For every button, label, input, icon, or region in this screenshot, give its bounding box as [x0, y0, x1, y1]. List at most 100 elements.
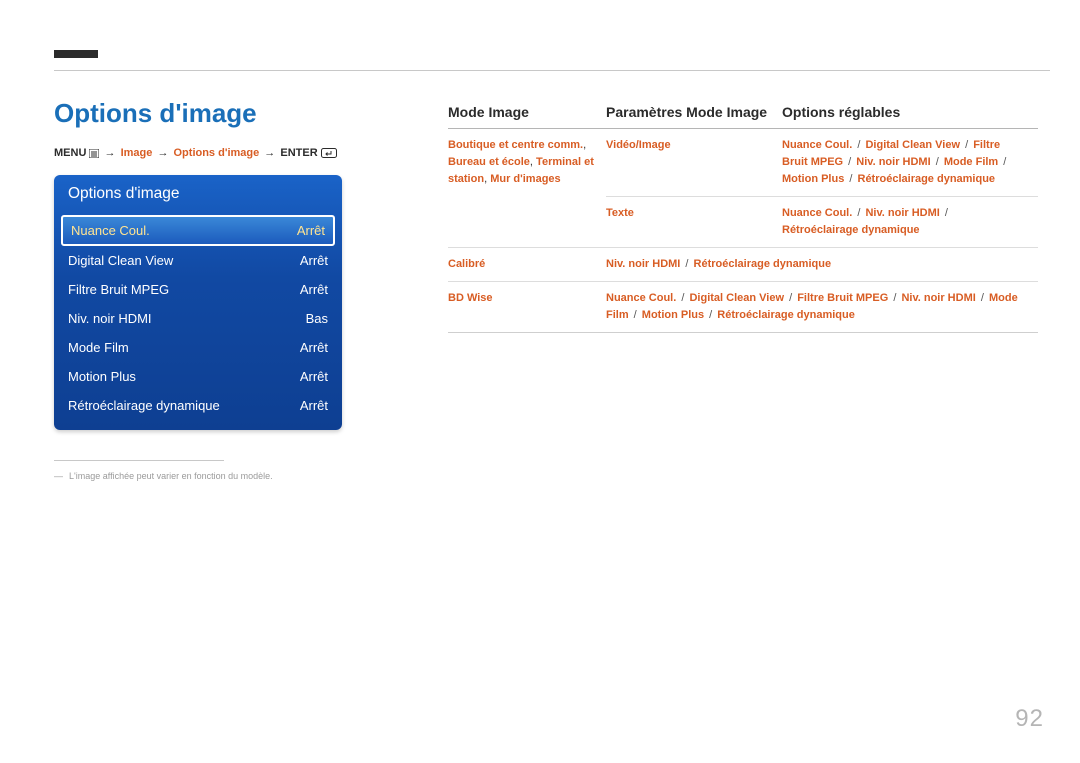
- param-value: Vidéo/Image: [606, 139, 671, 151]
- slash-separator: /: [843, 156, 856, 168]
- menu-icon: [89, 149, 99, 158]
- slash-separator: /: [784, 292, 797, 304]
- slash-separator: /: [852, 207, 865, 219]
- slash-separator: /: [680, 258, 693, 270]
- panel-row-2[interactable]: Filtre Bruit MPEG Arrêt: [54, 275, 342, 304]
- cell-mode: Calibré: [448, 248, 606, 282]
- panel-row-value: Arrêt: [300, 253, 328, 268]
- table-body: Boutique et centre comm., Bureau et écol…: [448, 129, 1038, 333]
- panel-row-4[interactable]: Mode Film Arrêt: [54, 333, 342, 362]
- option-value: Rétroéclairage dynamique: [858, 173, 996, 185]
- cell-params: Vidéo/Image: [606, 129, 782, 197]
- slash-separator: /: [976, 292, 989, 304]
- breadcrumb-enter: ENTER: [280, 147, 317, 159]
- panel-row-label: Nuance Coul.: [71, 223, 150, 238]
- panel-row-1[interactable]: Digital Clean View Arrêt: [54, 246, 342, 275]
- enter-icon: [321, 148, 337, 158]
- arrow-1: →: [103, 147, 118, 159]
- panel-row-value: Arrêt: [300, 398, 328, 413]
- slash-separator: /: [844, 173, 857, 185]
- cell-options: Nuance Coul. / Digital Clean View / Filt…: [606, 282, 1038, 333]
- panel-row-value: Arrêt: [300, 340, 328, 355]
- panel-row-label: Filtre Bruit MPEG: [68, 282, 169, 297]
- text-separator: ,: [583, 139, 586, 151]
- panel-row-5[interactable]: Motion Plus Arrêt: [54, 362, 342, 391]
- cell-options: Niv. noir HDMI / Rétroéclairage dynamiqu…: [606, 248, 1038, 282]
- cell-mode: Boutique et centre comm., Bureau et écol…: [448, 129, 606, 248]
- option-value: Rétroéclairage dynamique: [782, 224, 920, 236]
- footnote-dash: ―: [54, 471, 69, 481]
- option-value: Digital Clean View: [689, 292, 784, 304]
- option-value: Niv. noir HDMI: [901, 292, 975, 304]
- options-panel: Options d'image Nuance Coul. Arrêt Digit…: [54, 175, 342, 430]
- option-value: Niv. noir HDMI: [606, 258, 680, 270]
- panel-row-label: Niv. noir HDMI: [68, 311, 152, 326]
- footnote-text: L'image affichée peut varier en fonction…: [69, 471, 273, 481]
- param-value: Texte: [606, 207, 634, 219]
- slash-separator: /: [629, 309, 642, 321]
- mode-value: BD Wise: [448, 292, 493, 304]
- option-value: Motion Plus: [782, 173, 844, 185]
- option-value: Nuance Coul.: [782, 139, 852, 151]
- slash-separator: /: [852, 139, 865, 151]
- option-value: Niv. noir HDMI: [865, 207, 939, 219]
- slash-separator: /: [931, 156, 944, 168]
- slash-separator: /: [888, 292, 901, 304]
- option-value: Mode Film: [944, 156, 998, 168]
- panel-row-value: Bas: [306, 311, 328, 326]
- footnote: ―L'image affichée peut varier en fonctio…: [54, 471, 354, 481]
- menu-breadcrumb: MENU → Image → Options d'image → ENTER: [54, 147, 354, 159]
- option-value: Rétroéclairage dynamique: [717, 309, 855, 321]
- cell-params: Texte: [606, 197, 782, 248]
- slash-separator: /: [676, 292, 689, 304]
- mode-value: Boutique et centre comm.: [448, 139, 583, 151]
- options-table: Mode Image Paramètres Mode Image Options…: [448, 100, 1038, 333]
- slash-separator: /: [704, 309, 717, 321]
- panel-row-value: Arrêt: [297, 223, 325, 238]
- slash-separator: /: [960, 139, 973, 151]
- mode-value: Bureau et école: [448, 156, 530, 168]
- th-mode: Mode Image: [448, 100, 606, 129]
- panel-row-label: Motion Plus: [68, 369, 136, 384]
- arrow-2: →: [155, 147, 170, 159]
- table-row: Boutique et centre comm., Bureau et écol…: [448, 129, 1038, 197]
- panel-row-value: Arrêt: [300, 282, 328, 297]
- slash-separator: /: [998, 156, 1008, 168]
- table-row: BD Wise Nuance Coul. / Digital Clean View…: [448, 282, 1038, 333]
- top-rule: [54, 70, 1050, 71]
- panel-row-6[interactable]: Rétroéclairage dynamique Arrêt: [54, 391, 342, 420]
- panel-row-3[interactable]: Niv. noir HDMI Bas: [54, 304, 342, 333]
- right-column: Mode Image Paramètres Mode Image Options…: [448, 100, 1038, 333]
- left-column: Options d'image MENU → Image → Options d…: [54, 98, 354, 481]
- table-row: Calibré Niv. noir HDMI / Rétroéclairage d…: [448, 248, 1038, 282]
- option-value: Filtre Bruit MPEG: [797, 292, 888, 304]
- option-value: Nuance Coul.: [606, 292, 676, 304]
- slash-separator: /: [940, 207, 950, 219]
- panel-row-label: Mode Film: [68, 340, 129, 355]
- breadcrumb-options: Options d'image: [174, 147, 260, 159]
- option-value: Rétroéclairage dynamique: [694, 258, 832, 270]
- panel-row-0[interactable]: Nuance Coul. Arrêt: [61, 215, 335, 246]
- option-value: Niv. noir HDMI: [856, 156, 930, 168]
- th-options: Options réglables: [782, 100, 1038, 129]
- breadcrumb-image: Image: [121, 147, 153, 159]
- panel-title: Options d'image: [54, 175, 342, 215]
- panel-row-value: Arrêt: [300, 369, 328, 384]
- option-value: Digital Clean View: [865, 139, 960, 151]
- section-marker: [54, 50, 98, 58]
- th-params: Paramètres Mode Image: [606, 100, 782, 129]
- page-number: 92: [1015, 705, 1044, 733]
- option-value: Nuance Coul.: [782, 207, 852, 219]
- arrow-3: →: [262, 147, 277, 159]
- cell-mode: BD Wise: [448, 282, 606, 333]
- mode-value: Mur d'images: [490, 173, 560, 185]
- cell-options: Nuance Coul. / Niv. noir HDMI / Rétroécl…: [782, 197, 1038, 248]
- panel-row-label: Digital Clean View: [68, 253, 173, 268]
- mode-value: Calibré: [448, 258, 485, 270]
- breadcrumb-menu: MENU: [54, 147, 86, 159]
- panel-row-label: Rétroéclairage dynamique: [68, 398, 220, 413]
- option-value: Motion Plus: [642, 309, 704, 321]
- cell-options: Nuance Coul. / Digital Clean View / Filt…: [782, 129, 1038, 197]
- footnote-rule: [54, 460, 224, 461]
- page-heading: Options d'image: [54, 98, 354, 129]
